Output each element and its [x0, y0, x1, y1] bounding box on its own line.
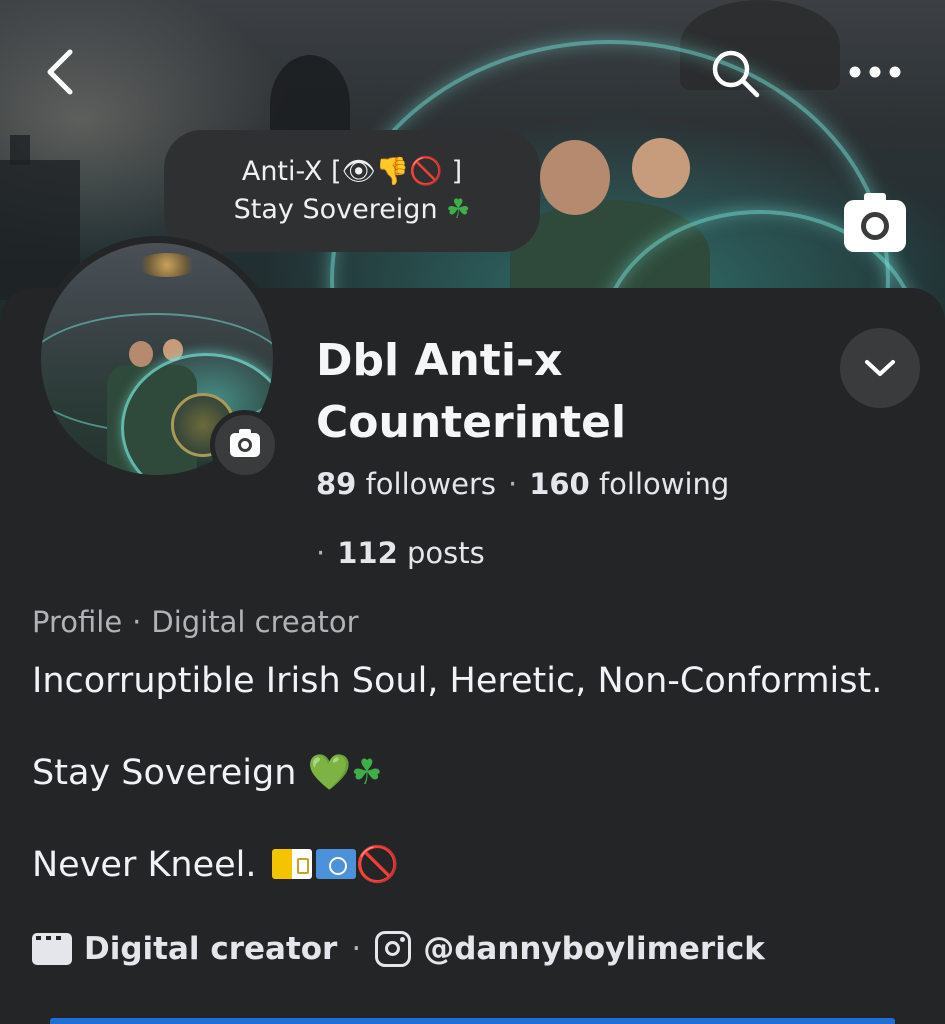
- shamrock-emoji: ☘: [446, 194, 471, 225]
- no-entry-emoji: 🚫: [355, 845, 400, 885]
- profile-name: Dbl Anti-x Counterintel: [316, 335, 627, 448]
- more-options-button[interactable]: [838, 50, 912, 94]
- chevron-left-icon: [47, 49, 73, 95]
- action-button-edge[interactable]: [50, 1018, 895, 1024]
- camera-icon: [844, 193, 906, 252]
- vatican-flag-icon: [271, 849, 312, 879]
- posts-stat[interactable]: · 112 posts: [316, 533, 485, 573]
- search-button[interactable]: [704, 42, 766, 104]
- profile-stats: 89 followers · 160 following: [316, 467, 730, 501]
- edit-cover-photo-button[interactable]: [840, 193, 910, 257]
- camera-icon: [230, 429, 260, 457]
- green-heart-emoji: 💚: [307, 753, 352, 793]
- followers-link[interactable]: 89 followers: [316, 467, 496, 501]
- castle-turret: [10, 135, 30, 165]
- clapperboard-icon: [32, 933, 72, 965]
- expand-profile-button[interactable]: [840, 328, 920, 408]
- search-icon: [712, 50, 760, 98]
- edit-profile-picture-button[interactable]: [210, 410, 280, 480]
- bio-line-1: Incorruptible Irish Soul, Heretic, Non-C…: [32, 661, 883, 701]
- shamrock-emoji: ☘: [351, 753, 383, 793]
- avatar-warrior-head: [129, 341, 153, 367]
- un-flag-icon: [315, 849, 356, 879]
- profile-note-bubble[interactable]: Anti-X [👁👎🚫 ] Stay Sovereign ☘: [164, 130, 540, 252]
- back-button[interactable]: [30, 40, 90, 104]
- profile-category: Profile · Digital creator: [32, 605, 359, 639]
- note-line-2: Stay Sovereign ☘: [233, 194, 471, 225]
- note-line-1: Anti-X [👁👎🚫 ]: [241, 156, 463, 187]
- instagram-icon: [375, 931, 412, 967]
- profile-details-row: Digital creator · @dannyboylimerick: [32, 926, 765, 972]
- creator-label: Digital creator: [84, 931, 338, 967]
- bio-line-2: Stay Sovereign 💚☘: [32, 753, 383, 793]
- bio-line-3: Never Kneel. 🚫: [32, 845, 400, 885]
- following-link[interactable]: 160 following: [529, 467, 729, 501]
- more-dots-icon: [849, 66, 901, 78]
- eye-emblem: [137, 253, 197, 277]
- chevron-down-icon: [865, 360, 895, 376]
- instagram-link[interactable]: @dannyboylimerick: [423, 926, 765, 972]
